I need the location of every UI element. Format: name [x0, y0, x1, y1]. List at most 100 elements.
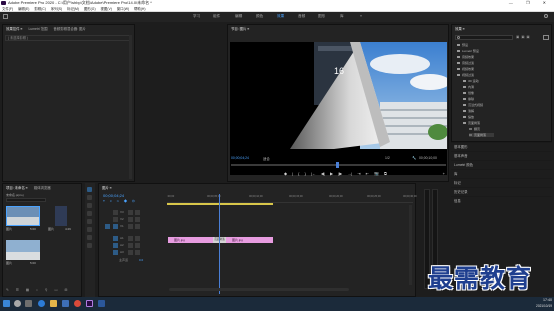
track-target[interactable] — [113, 250, 118, 255]
mute-button[interactable] — [128, 236, 133, 241]
tree-item[interactable]: 音频效果 — [457, 55, 474, 59]
tree-item[interactable]: 预设 — [457, 43, 468, 47]
lock-icon[interactable] — [128, 217, 133, 222]
taskbar-date[interactable]: 2021/10/19 — [516, 304, 552, 308]
workspace-audio[interactable]: 音频 — [298, 14, 305, 19]
mute-button[interactable] — [128, 250, 133, 255]
eye-icon[interactable] — [135, 224, 140, 229]
tree-item[interactable]: 翻页 — [469, 127, 480, 131]
solo-button[interactable] — [135, 250, 140, 255]
tree-item[interactable]: 沉浸式视频 — [463, 103, 483, 107]
vertical-scrollbar[interactable] — [409, 205, 412, 285]
step-back-button[interactable]: ◀| — [321, 171, 325, 178]
add-button[interactable]: + — [443, 171, 445, 176]
timeline-toolbar[interactable]: ⌖ ⊂ ⊃ ◆ ⚙ — [103, 199, 137, 203]
export-frame-button[interactable]: 📷 — [374, 171, 379, 178]
go-to-in-button[interactable]: |← — [311, 171, 316, 178]
taskbar-time[interactable]: 17:40 — [522, 298, 552, 302]
source-patch-v1[interactable] — [105, 224, 110, 229]
tree-item[interactable]: 溶解 — [463, 109, 474, 113]
tab-project[interactable]: 项目: 未命名 ≡ — [6, 186, 28, 190]
workspace-effects[interactable]: 效果 — [277, 14, 284, 19]
track-target[interactable] — [113, 210, 118, 215]
tree-item[interactable]: 擦除 — [463, 97, 474, 101]
store-icon[interactable] — [62, 300, 69, 307]
tree-item[interactable]: 划像 — [463, 91, 474, 95]
timeline-clip[interactable]: 图片.jpg — [226, 237, 273, 243]
search-icon[interactable] — [14, 300, 21, 307]
workspace-learn[interactable]: 学习 — [193, 14, 200, 19]
timeline-timecode[interactable]: 00;00;04;24 — [103, 193, 124, 198]
panel-info[interactable]: 信息 — [451, 196, 552, 204]
track-target[interactable] — [113, 236, 118, 241]
menu-graphics[interactable]: 图形(G) — [84, 7, 96, 11]
new-bin-icon[interactable] — [543, 35, 549, 40]
panel-essential-graphics[interactable]: 基本图形 — [451, 142, 552, 150]
tree-item[interactable]: 页面剥落 — [463, 121, 480, 125]
menu-file[interactable]: 文件(F) — [2, 7, 13, 11]
premiere-icon[interactable] — [86, 300, 93, 307]
tree-item[interactable]: Lumetri 预设 — [457, 49, 479, 53]
tab-lumetri-scopes[interactable]: Lumetri 范围 — [28, 27, 47, 31]
track-select-tool-icon[interactable] — [87, 195, 92, 200]
taskview-icon[interactable] — [25, 300, 32, 307]
ripple-edit-tool-icon[interactable] — [87, 203, 92, 208]
workspace-graphics[interactable]: 图形 — [318, 14, 325, 19]
effects-filter-icons[interactable]: ▣▣▣ — [516, 35, 532, 39]
play-button[interactable]: ▶ — [330, 171, 333, 178]
quality-dropdown[interactable]: 1/2 — [385, 156, 390, 160]
menu-clip[interactable]: 剪辑(C) — [34, 7, 46, 11]
panel-history[interactable]: 历史记录 — [451, 187, 552, 195]
tab-sequence[interactable]: 图片 ≡ — [102, 186, 112, 190]
horizontal-scrollbar[interactable] — [169, 288, 349, 291]
wrench-icon[interactable]: 🔧 — [412, 156, 416, 160]
panel-lumetri-color[interactable]: Lumetri 颜色 — [451, 160, 552, 168]
playhead-marker[interactable] — [336, 162, 339, 168]
pen-tool-icon[interactable] — [87, 227, 92, 232]
tab-effects[interactable]: 效果 ≡ — [455, 27, 465, 31]
fit-dropdown[interactable]: 适合 — [263, 156, 270, 161]
tab-program[interactable]: 节目: 图片 ≡ — [231, 27, 249, 31]
go-to-out-button[interactable]: →| — [347, 171, 352, 178]
step-forward-button[interactable]: |▶ — [338, 171, 342, 178]
track-target[interactable] — [113, 224, 118, 229]
hand-tool-icon[interactable] — [87, 235, 92, 240]
track-target[interactable] — [113, 243, 118, 248]
program-timecode[interactable]: 00;00;04;24 — [231, 156, 249, 160]
windows-icon[interactable] — [3, 300, 10, 307]
eye-icon[interactable] — [135, 210, 140, 215]
extract-button[interactable]: ⇤ — [366, 171, 369, 178]
search-icon[interactable] — [544, 14, 548, 18]
comparison-view-button[interactable]: ⧉ — [384, 171, 387, 178]
menu-window[interactable]: 窗口(W) — [117, 7, 129, 11]
project-footer-tools[interactable]: ✎ ☰ ▦ ○ ⚲ ▭ ⊞ — [6, 288, 80, 293]
menu-marker[interactable]: 标记(M) — [67, 7, 79, 11]
menu-view[interactable]: 视图(V) — [101, 7, 112, 11]
effects-search-input[interactable] — [455, 35, 513, 40]
timeline-ruler[interactable]: :00;00 00;00;05;00 00;00;10;00 00;00;15;… — [167, 194, 417, 203]
selection-tool-icon[interactable] — [87, 187, 92, 192]
ie-icon[interactable] — [38, 300, 45, 307]
panel-essential-sound[interactable]: 基本声音 — [451, 151, 552, 159]
playhead-line[interactable] — [219, 194, 220, 294]
menu-edit[interactable]: 编辑(E) — [18, 7, 29, 11]
tab-audio-mixer[interactable]: 音频剪辑混合器: 图片 — [53, 27, 85, 31]
tree-item-selected[interactable]: 页面剥落 — [469, 133, 495, 137]
tree-item[interactable]: 3D 运动 — [463, 79, 479, 83]
work-area-bar[interactable] — [167, 203, 273, 205]
panel-libraries[interactable]: 库 — [451, 169, 552, 177]
lock-icon[interactable] — [128, 210, 133, 215]
razor-tool-icon[interactable] — [87, 211, 92, 216]
tab-effect-controls[interactable]: 效果控件 ≡ — [6, 27, 22, 31]
workspace-assembly[interactable]: 组件 — [213, 14, 220, 19]
tree-item[interactable]: 视频过渡 — [457, 73, 474, 77]
lock-icon[interactable] — [128, 224, 133, 229]
slip-tool-icon[interactable] — [87, 219, 92, 224]
mark-in-button[interactable]: { — [298, 171, 299, 178]
word-icon[interactable] — [98, 300, 105, 307]
folder-icon[interactable] — [50, 300, 57, 307]
tab-media-browser[interactable]: 媒体浏览器 — [34, 186, 51, 190]
home-icon[interactable] — [3, 14, 8, 19]
eye-icon[interactable] — [135, 217, 140, 222]
menu-sequence[interactable]: 序列(S) — [51, 7, 62, 11]
